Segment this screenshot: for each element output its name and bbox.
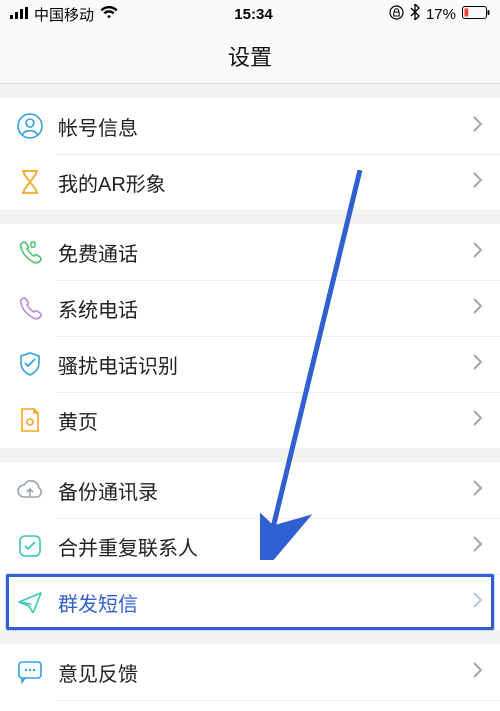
status-bar-left: 中国移动 — [10, 4, 118, 25]
page-title: 设置 — [228, 40, 272, 72]
settings-group-account: 帐号信息 我的AR形象 — [0, 98, 500, 210]
signal-icon — [10, 6, 28, 23]
wifi-icon — [100, 6, 118, 23]
chevron-right-icon — [472, 592, 484, 612]
row-account-info[interactable]: 帐号信息 — [0, 98, 500, 154]
row-label: 系统电话 — [58, 294, 458, 323]
cloud-upload-icon — [16, 476, 44, 504]
row-free-call[interactable]: 免费通话 — [0, 224, 500, 280]
settings-group-contacts: 备份通讯录 合并重复联系人 群发短信 — [0, 462, 500, 630]
row-merge-contacts[interactable]: 合并重复联系人 — [0, 518, 500, 574]
chevron-right-icon — [472, 662, 484, 682]
settings-group-phone: 免费通话 系统电话 骚扰电话识别 黄页 — [0, 224, 500, 448]
row-label: 合并重复联系人 — [58, 532, 458, 561]
status-bar: 中国移动 15:34 17% — [0, 0, 500, 28]
bluetooth-icon — [410, 4, 420, 24]
settings-group-misc: 意见反馈 关于 NEW — [0, 644, 500, 711]
chevron-right-icon — [472, 242, 484, 262]
chat-icon — [16, 658, 44, 686]
page-icon — [16, 406, 44, 434]
status-bar-time: 15:34 — [234, 6, 272, 23]
row-label: 备份通讯录 — [58, 476, 458, 505]
chevron-right-icon — [472, 354, 484, 374]
hourglass-icon — [16, 168, 44, 196]
chevron-right-icon — [472, 298, 484, 318]
row-label: 骚扰电话识别 — [58, 350, 458, 379]
row-label: 帐号信息 — [58, 112, 458, 141]
row-label: 意见反馈 — [58, 658, 458, 687]
row-spam-detect[interactable]: 骚扰电话识别 — [0, 336, 500, 392]
battery-percent: 17% — [426, 6, 456, 23]
carrier-label: 中国移动 — [34, 4, 94, 25]
person-icon — [16, 112, 44, 140]
chevron-right-icon — [472, 536, 484, 556]
send-icon — [16, 588, 44, 616]
row-yellow-pages[interactable]: 黄页 — [0, 392, 500, 448]
row-label: 群发短信 — [58, 588, 458, 617]
chevron-right-icon — [472, 116, 484, 136]
chevron-right-icon — [472, 172, 484, 192]
row-about[interactable]: 关于 NEW — [0, 700, 500, 711]
row-ar-avatar[interactable]: 我的AR形象 — [0, 154, 500, 210]
status-bar-right: 17% — [389, 4, 490, 24]
row-backup-contacts[interactable]: 备份通讯录 — [0, 462, 500, 518]
row-bulk-sms[interactable]: 群发短信 — [0, 574, 500, 630]
chevron-right-icon — [472, 410, 484, 430]
row-label: 黄页 — [58, 406, 458, 435]
phone-icon — [16, 294, 44, 322]
phone-free-icon — [16, 238, 44, 266]
row-label: 免费通话 — [58, 238, 458, 267]
row-system-phone[interactable]: 系统电话 — [0, 280, 500, 336]
battery-icon — [462, 6, 490, 23]
orientation-lock-icon — [389, 5, 404, 24]
merge-check-icon — [16, 532, 44, 560]
row-label: 我的AR形象 — [58, 168, 458, 197]
page-header: 设置 — [0, 28, 500, 84]
shield-icon — [16, 350, 44, 378]
chevron-right-icon — [472, 480, 484, 500]
row-feedback[interactable]: 意见反馈 — [0, 644, 500, 700]
